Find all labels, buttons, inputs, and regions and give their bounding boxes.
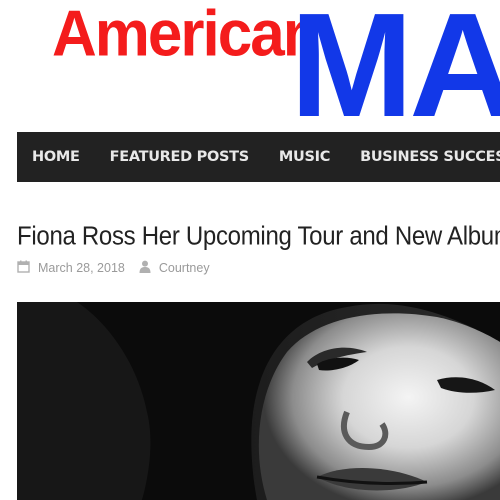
nav-item-featured-posts[interactable]: FEATURED POSTS (95, 132, 264, 182)
nav-item-business-success[interactable]: BUSINESS SUCCESS (345, 132, 500, 182)
nav-item-home[interactable]: HOME (17, 132, 95, 182)
logo-text-american: American (52, 0, 321, 71)
user-icon (139, 260, 151, 276)
post-meta: March 28, 2018 Courtney (17, 258, 210, 278)
calendar-icon (17, 260, 30, 276)
post-title[interactable]: Fiona Ross Her Upcoming Tour and New Alb… (17, 222, 500, 261)
site-logo[interactable]: American MAG (0, 0, 500, 120)
featured-image[interactable] (17, 302, 500, 500)
post-author-link[interactable]: Courtney (159, 261, 210, 275)
nav-item-music[interactable]: MUSIC (264, 132, 345, 182)
logo-text-mag: MAG (290, 0, 500, 120)
main-navigation: HOME FEATURED POSTS MUSIC BUSINESS SUCCE… (17, 132, 500, 182)
post-date-link[interactable]: March 28, 2018 (38, 261, 125, 275)
